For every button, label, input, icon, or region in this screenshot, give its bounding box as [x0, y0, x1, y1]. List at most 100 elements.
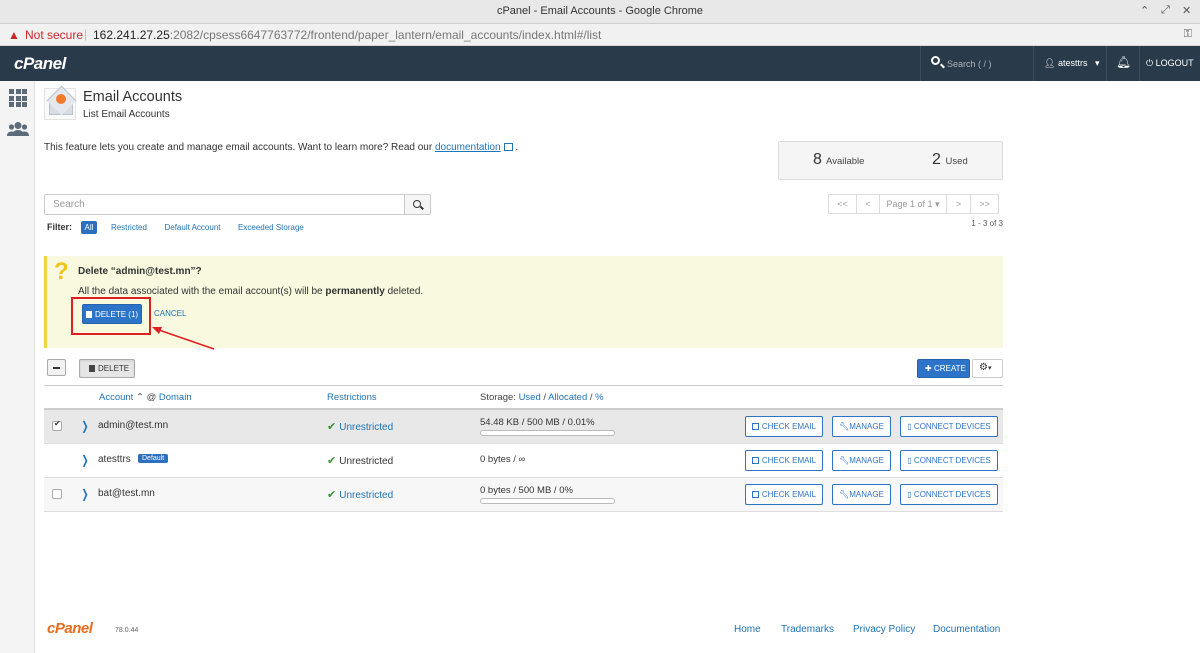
chevron-right-icon[interactable]: ❯: [82, 453, 89, 467]
row-checkbox[interactable]: [52, 489, 62, 499]
domain-header-label[interactable]: Domain: [159, 392, 192, 403]
storage-header: Storage: Used / Allocated / %: [480, 392, 604, 403]
table-row[interactable]: ❯ bat@test.mn ✔ Unrestricted 0 bytes / 50…: [44, 478, 1003, 512]
create-button[interactable]: ✚ CREATE: [917, 359, 970, 378]
plus-icon: ✚: [925, 364, 934, 373]
row-checkbox[interactable]: [52, 419, 62, 431]
available-label: Available: [826, 156, 865, 167]
header-search-input[interactable]: [947, 56, 1029, 71]
filter-restricted[interactable]: Restricted: [107, 221, 151, 234]
chevron-right-icon[interactable]: ❯: [82, 419, 89, 433]
available-stat: 8 Available: [813, 151, 864, 169]
restriction-status: ✔ Unrestricted: [327, 420, 393, 433]
intro-end: .: [515, 142, 519, 153]
check-email-button[interactable]: CHECK EMAIL: [745, 484, 823, 505]
footer-logo[interactable]: cPanel: [47, 620, 93, 637]
select-all-checkbox[interactable]: [47, 359, 66, 376]
minimize-button[interactable]: ⌃: [1140, 4, 1149, 17]
confirm-delete-button[interactable]: DELETE (1): [82, 304, 142, 324]
question-icon: ?: [54, 258, 69, 285]
search-icon: [931, 56, 940, 65]
storage-usage: 0 bytes / ∞: [480, 454, 526, 465]
check-icon: ✔: [327, 455, 337, 467]
connect-devices-label: CONNECT DEVICES: [913, 422, 991, 431]
url-path: :2082/cpsess6647763772/frontend/paper_la…: [169, 28, 602, 42]
bell-icon[interactable]: 🔔︎: [1108, 46, 1140, 81]
chevron-right-icon[interactable]: ❯: [82, 487, 89, 501]
username: atesttrs: [1057, 58, 1088, 68]
sidebar: [0, 81, 35, 653]
next-page-button[interactable]: >: [946, 194, 971, 214]
prev-page-button[interactable]: <: [856, 194, 880, 214]
account-stats: 8 Available 2 Used: [778, 141, 1003, 180]
window-titlebar: cPanel - Email Accounts - Google Chrome …: [0, 0, 1200, 24]
connect-devices-button[interactable]: ▯ CONNECT DEVICES: [900, 416, 998, 437]
documentation-link[interactable]: documentation: [435, 142, 501, 153]
email-accounts-icon: [44, 88, 76, 120]
connect-devices-label: CONNECT DEVICES: [913, 490, 991, 499]
page-select[interactable]: Page 1 of 1 ▾: [879, 194, 947, 214]
caret-down-icon: ▾: [987, 365, 992, 372]
close-window-button[interactable]: ✕: [1182, 4, 1191, 17]
storage-bar: [480, 498, 615, 504]
first-page-button[interactable]: <<: [828, 194, 857, 214]
sort-used[interactable]: Used: [519, 392, 541, 403]
address-bar[interactable]: ▲ Not secure | 162.241.27.25:2082/cpsess…: [0, 24, 1200, 46]
check-email-button[interactable]: CHECK EMAIL: [745, 416, 823, 437]
search-input[interactable]: [44, 194, 405, 215]
connect-devices-button[interactable]: ▯ CONNECT DEVICES: [900, 450, 998, 471]
restrictions-header[interactable]: Restrictions: [327, 392, 377, 403]
users-icon[interactable]: [7, 121, 29, 139]
filter-exceeded-storage[interactable]: Exceeded Storage: [234, 221, 308, 234]
filter-all[interactable]: All: [80, 221, 98, 234]
footer-home-link[interactable]: Home: [734, 624, 761, 635]
header-search[interactable]: [920, 46, 1034, 81]
restriction-text: Unrestricted: [339, 456, 394, 467]
user-menu[interactable]: 👤︎ atesttrs ▾: [1035, 46, 1107, 81]
footer-trademarks-link[interactable]: Trademarks: [781, 624, 834, 635]
table-row[interactable]: ❯ admin@test.mn ✔Unrestricted 54.48 KB /…: [44, 410, 1003, 444]
mobile-icon: ▯: [907, 422, 914, 431]
confirm-message-bold: permanently: [325, 286, 385, 297]
window-title: cPanel - Email Accounts - Google Chrome: [496, 5, 704, 17]
intro-sentence: This feature lets you create and manage …: [44, 142, 433, 153]
manage-button[interactable]: 🔧︎MANAGE: [832, 450, 891, 471]
cancel-button[interactable]: CANCEL: [154, 309, 186, 318]
external-link-icon: [751, 423, 759, 430]
delete-selected-button[interactable]: DELETE: [79, 359, 135, 378]
gear-icon: ⚙: [979, 362, 988, 373]
wrench-icon: 🔧︎: [839, 456, 850, 465]
footer-documentation-link[interactable]: Documentation: [933, 624, 1000, 635]
logout-icon: ⏻: [1146, 58, 1154, 68]
search-button[interactable]: [404, 194, 431, 215]
storage-header-label: Storage:: [480, 392, 516, 403]
key-icon[interactable]: ⚿: [1184, 28, 1192, 41]
connect-devices-button[interactable]: ▯ CONNECT DEVICES: [900, 484, 998, 505]
manage-button[interactable]: 🔧︎MANAGE: [832, 416, 891, 437]
filter-default-account[interactable]: Default Account: [160, 221, 224, 234]
create-label: CREATE: [933, 364, 966, 373]
manage-button[interactable]: 🔧︎MANAGE: [832, 484, 891, 505]
trash-icon: [89, 365, 95, 372]
check-email-label: CHECK EMAIL: [761, 456, 817, 465]
settings-dropdown[interactable]: ⚙▾: [972, 359, 1003, 378]
account-header[interactable]: Account ⌃ @ Domain: [99, 392, 192, 403]
pagination: << < Page 1 of 1 ▾ > >>: [828, 194, 999, 214]
table-row[interactable]: ❯ atesttrs Default ✔ Unrestricted 0 bytes…: [44, 444, 1003, 478]
home-grid-icon[interactable]: [9, 89, 27, 107]
sort-allocated[interactable]: Allocated: [548, 392, 587, 403]
check-email-button[interactable]: CHECK EMAIL: [745, 450, 823, 471]
restriction-link[interactable]: Unrestricted: [339, 422, 393, 433]
url-text[interactable]: 162.241.27.25:2082/cpsess6647763772/fron…: [93, 28, 601, 42]
cpanel-logo[interactable]: cPanel: [14, 54, 66, 74]
wrench-icon: 🔧︎: [839, 422, 850, 431]
footer-privacy-link[interactable]: Privacy Policy: [853, 624, 915, 635]
last-page-button[interactable]: >>: [970, 194, 999, 214]
restriction-link[interactable]: Unrestricted: [339, 490, 393, 501]
confirm-message: All the data associated with the email a…: [78, 286, 423, 297]
used-label: Used: [945, 156, 968, 167]
sort-percent[interactable]: %: [595, 392, 603, 403]
maximize-button[interactable]: ⤢: [1161, 4, 1170, 17]
security-status[interactable]: Not secure: [25, 28, 83, 42]
logout-button[interactable]: ⏻ LOGOUT: [1146, 58, 1194, 69]
